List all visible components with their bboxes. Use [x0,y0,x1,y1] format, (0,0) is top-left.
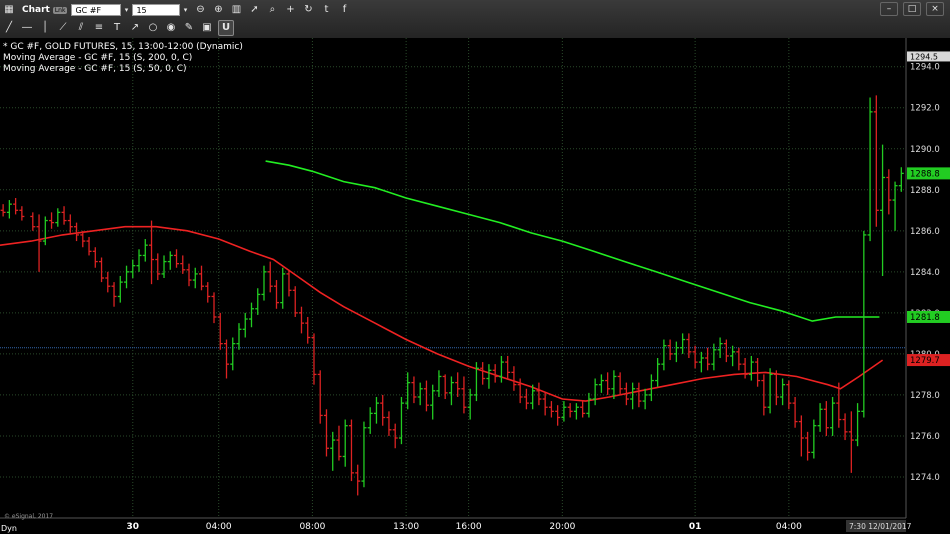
chevron-down-icon[interactable]: ▾ [181,3,189,17]
pencil-icon[interactable]: ✎ [182,21,196,35]
price-tick-label: 1292.0 [910,104,940,114]
price-tick-label: 1286.0 [910,227,940,237]
ma50-legend: Moving Average - GC #F, 15 (S, 50, 0, C) [3,64,187,74]
plus-icon[interactable]: + [283,3,297,17]
close-icon[interactable]: × [926,2,944,16]
time-tick-label: 04:00 [206,522,232,532]
toolbar: ▦ Chart Lnk GC #F ▾ 15 ▾ ⊖ ⊕ ▥ ➚ ⌕ + ↻ t f ╱ ― │ ⟋ ⫽… [0,0,950,39]
copyright-text: © eSignal, 2017 [4,513,54,520]
maximize-icon[interactable]: □ [903,2,921,16]
eye-icon[interactable]: ◉ [164,21,178,35]
arrow-icon[interactable]: ↗ [128,21,142,35]
time-tick-label: 16:00 [456,522,482,532]
zoom-in-icon[interactable]: ⊕ [211,3,225,17]
chart-window-icon: ▦ [4,4,14,15]
cursor-icon[interactable]: ➚ [247,3,261,17]
price-tick-label: 1278.0 [910,391,940,401]
symbol-input[interactable]: GC #F [71,4,122,16]
price-marker-label: 1281.8 [910,313,940,323]
shape-icon[interactable]: ○ [146,21,160,35]
dynamic-mode-label[interactable]: Dyn [1,524,17,533]
chart-title: * GC #F, GOLD FUTURES, 15, 13:00-12:00 (… [3,42,243,52]
facebook-icon[interactable]: f [337,3,351,17]
horizontal-line-icon[interactable]: ― [20,21,34,35]
bar-style-icon[interactable]: ▥ [229,3,243,17]
link-badge[interactable]: Lnk [52,6,68,14]
trend-icon[interactable]: ⟋ [56,21,70,35]
price-marker-label: 1288.8 [910,169,940,179]
lock-icon[interactable]: ▣ [200,21,214,35]
time-tick-label: 04:00 [776,522,802,532]
minimize-icon[interactable]: – [880,2,898,16]
price-tick-label: 1294.0 [910,63,940,73]
time-tick-label: 13:00 [393,522,419,532]
zoom-out-icon[interactable]: ⊖ [193,3,207,17]
text-icon[interactable]: T [110,21,124,35]
fibonacci-icon[interactable]: ≡ [92,21,106,35]
window-controls: – □ × [877,2,946,16]
time-tick-label: 01 [689,522,702,532]
channel-icon[interactable]: ⫽ [74,21,88,35]
time-tick-label: 08:00 [299,522,325,532]
vertical-line-icon[interactable]: │ [38,21,52,35]
price-tick-label: 1290.0 [910,145,940,155]
price-chart[interactable]: 1274.01276.01278.01280.01282.01284.01286… [0,38,950,534]
price-tick-label: 1284.0 [910,268,940,278]
price-marker-label: 1279.7 [910,356,940,366]
toolbar-row-1: ▦ Chart Lnk GC #F ▾ 15 ▾ ⊖ ⊕ ▥ ➚ ⌕ + ↻ t f [0,1,353,19]
toolbar-row-2: ╱ ― │ ⟋ ⫽ ≡ T ↗ ○ ◉ ✎ ▣ U [0,19,236,37]
app-label: Chart [22,5,50,15]
price-tick-label: 1276.0 [910,432,940,442]
interval-input[interactable]: 15 [132,4,181,16]
price-tick-label: 1274.0 [910,473,940,483]
units-toggle-button[interactable]: U [218,20,234,36]
price-tick-label: 1288.0 [910,186,940,196]
time-tick-label: 30 [127,522,140,532]
twitter-icon[interactable]: t [319,3,333,17]
refresh-icon[interactable]: ↻ [301,3,315,17]
ma200-legend: Moving Average - GC #F, 15 (S, 200, 0, C… [3,53,193,63]
time-marker-label: 7:30 12/01/2017 [849,522,912,531]
search-icon[interactable]: ⌕ [265,3,279,17]
chevron-down-icon[interactable]: ▾ [122,3,130,17]
time-tick-label: 20:00 [549,522,575,532]
line-icon[interactable]: ╱ [2,21,16,35]
price-marker-label: 1294.5 [910,52,938,61]
